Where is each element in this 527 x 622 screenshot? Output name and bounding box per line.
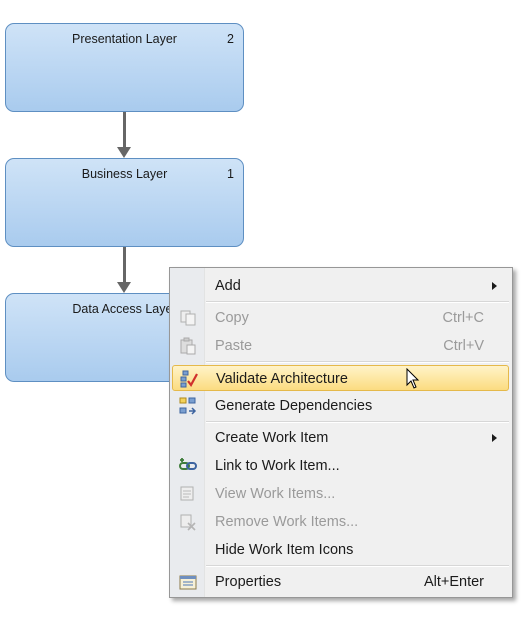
menu-item-remove-work-items[interactable]: Remove Work Items... — [172, 509, 509, 535]
submenu-arrow-icon — [492, 434, 497, 442]
view-work-items-icon — [180, 486, 194, 501]
menu-item-label: Paste — [215, 338, 253, 354]
mouse-cursor-icon — [406, 368, 420, 389]
menu-item-label: Create Work Item — [215, 430, 329, 446]
menu-item-shortcut: Alt+Enter — [423, 574, 484, 590]
properties-icon — [179, 575, 197, 590]
layer-count-badge: 1 — [227, 167, 234, 181]
menu-item-shortcut: Ctrl+C — [442, 310, 485, 326]
paste-icon — [180, 337, 196, 355]
menu-separator — [206, 361, 509, 363]
menu-item-label: Generate Dependencies — [215, 398, 373, 414]
menu-item-label: View Work Items... — [215, 486, 336, 502]
menu-item-properties[interactable]: Properties Alt+Enter — [172, 569, 509, 595]
menu-item-create-work-item[interactable]: Create Work Item — [172, 425, 509, 451]
menu-item-label: Hide Work Item Icons — [215, 542, 354, 558]
menu-separator — [206, 301, 509, 303]
layer-title: Presentation Layer — [72, 32, 177, 46]
menu-item-shortcut: Ctrl+V — [443, 338, 484, 354]
menu-item-link-to-work-item[interactable]: Link to Work Item... — [172, 453, 509, 479]
menu-item-paste[interactable]: Paste Ctrl+V — [172, 333, 509, 359]
menu-item-generate-dependencies[interactable]: Generate Dependencies — [172, 393, 509, 419]
dependency-connector[interactable] — [123, 112, 126, 148]
menu-item-label: Properties — [215, 574, 282, 590]
menu-separator — [206, 421, 509, 423]
remove-work-items-icon — [180, 514, 196, 531]
submenu-arrow-icon — [492, 282, 497, 290]
menu-item-label: Copy — [215, 310, 249, 326]
menu-item-label: Remove Work Items... — [215, 514, 359, 530]
menu-item-add[interactable]: Add — [172, 273, 509, 299]
menu-item-copy[interactable]: Copy Ctrl+C — [172, 305, 509, 331]
menu-item-validate-architecture[interactable]: Validate Architecture — [172, 365, 509, 391]
arrowhead-icon — [117, 147, 131, 158]
copy-icon — [180, 310, 196, 326]
menu-item-hide-work-item-icons[interactable]: Hide Work Item Icons — [172, 537, 509, 563]
layer-title: Business Layer — [81, 167, 168, 181]
menu-separator — [206, 565, 509, 567]
layer-business[interactable]: Business Layer 1 — [5, 158, 244, 247]
arrowhead-icon — [117, 282, 131, 293]
menu-item-label: Add — [215, 278, 241, 294]
layer-count-badge: 2 — [227, 32, 234, 46]
generate-dependencies-icon — [179, 397, 197, 415]
link-icon — [179, 458, 197, 470]
menu-item-view-work-items[interactable]: View Work Items... — [172, 481, 509, 507]
dependency-connector[interactable] — [123, 247, 126, 283]
menu-item-label: Link to Work Item... — [215, 458, 340, 474]
validate-icon — [180, 370, 198, 388]
context-menu: Add Copy Ctrl+C Paste Ctrl+V Validate Ar… — [169, 267, 513, 598]
menu-item-label: Validate Architecture — [216, 371, 348, 387]
layer-presentation[interactable]: Presentation Layer 2 — [5, 23, 244, 112]
